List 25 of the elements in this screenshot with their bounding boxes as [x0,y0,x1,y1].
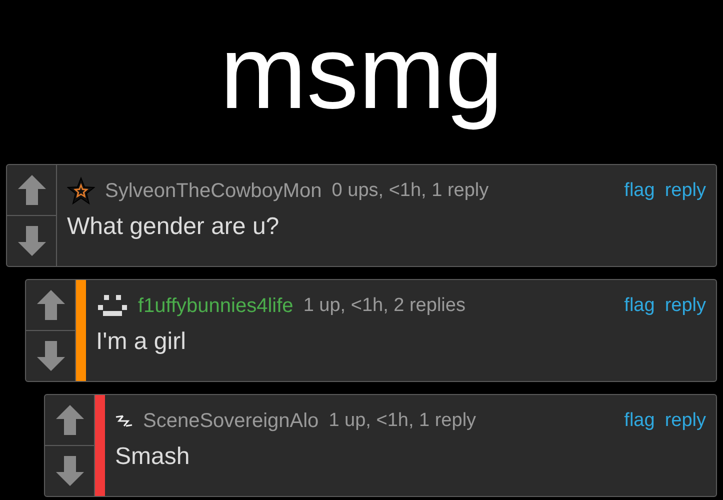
comment-text: I'm a girl [96,328,187,356]
action-link[interactable]: reply [664,180,706,202]
username[interactable]: f1uffybunnies4life [138,294,294,318]
action-link[interactable]: reply [664,295,706,317]
username[interactable]: SylveonTheCowboyMon [105,180,322,202]
action-link[interactable]: flag [624,180,655,202]
down-arrow-icon [36,341,64,371]
comment-meta: 0 ups, <1h, 1 reply [332,180,489,202]
comment-text: What gender are u? [67,213,280,241]
up-arrow-icon [36,290,64,320]
down-arrow-icon [18,226,46,256]
smiley-icon [96,293,128,319]
star-icon [67,177,95,205]
action-link[interactable]: reply [664,410,706,432]
comment-text: Smash [115,443,191,471]
down-arrow-icon [56,456,84,486]
comment-meta: 1 up, <1h, 1 reply [328,410,476,432]
comment-meta: 1 up, <1h, 2 replies [303,295,466,317]
squiggle-icon [115,415,133,427]
up-arrow-icon [18,175,46,205]
caption-text: msmg [220,14,504,133]
username[interactable]: SceneSovereignAlo [143,410,319,432]
up-arrow-icon [56,405,84,435]
action-link[interactable]: flag [624,410,655,432]
action-link[interactable]: flag [624,295,655,317]
